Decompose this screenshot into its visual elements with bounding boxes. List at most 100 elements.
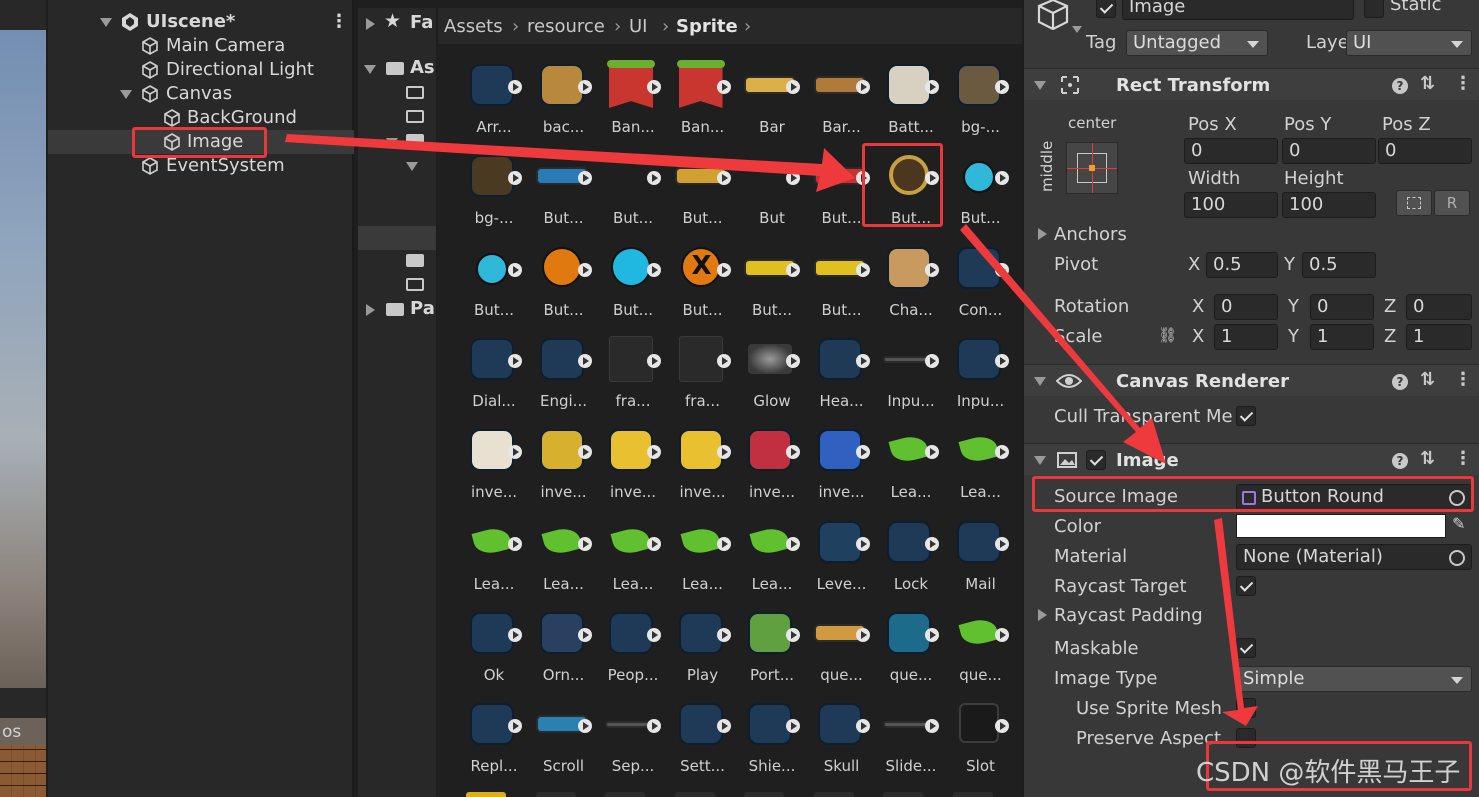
expand-sprite-icon[interactable]: [994, 171, 1009, 186]
expand-sprite-icon[interactable]: [577, 536, 592, 551]
raycast-target-checkbox[interactable]: [1236, 576, 1256, 596]
asset-item[interactable]: Skull: [808, 695, 876, 783]
asset-item[interactable]: Slide...: [877, 695, 945, 783]
scale-x-field[interactable]: 1: [1214, 324, 1278, 350]
tree-selected-row[interactable]: [358, 226, 436, 250]
asset-item[interactable]: inve...: [530, 421, 598, 509]
expand-triangle-icon[interactable]: [364, 65, 376, 74]
expand-sprite-icon[interactable]: [716, 536, 731, 551]
asset-item[interactable]: X But...: [669, 239, 737, 327]
expand-sprite-icon[interactable]: [925, 353, 939, 368]
expand-sprite-icon[interactable]: [786, 445, 800, 460]
asset-item[interactable]: inve...: [599, 421, 667, 509]
asset-item[interactable]: Slot: [947, 695, 1015, 783]
static-checkbox[interactable]: [1364, 0, 1384, 18]
asset-item[interactable]: Lea...: [599, 513, 667, 601]
asset-item[interactable]: But...: [808, 239, 876, 327]
asset-item[interactable]: fra...: [669, 330, 737, 418]
asset-item[interactable]: bg-...: [947, 56, 1015, 144]
asset-item[interactable]: But...: [808, 147, 876, 235]
asset-item[interactable]: Con...: [947, 239, 1015, 327]
constrain-proportions-icon[interactable]: ⛓: [1158, 326, 1177, 344]
asset-item[interactable]: Inpu...: [947, 330, 1015, 418]
asset-item[interactable]: fra...: [599, 330, 667, 418]
rot-x-field[interactable]: 0: [1214, 294, 1278, 320]
expand-sprite-icon[interactable]: [716, 719, 731, 734]
rect-transform-header[interactable]: Rect Transform ? ⇅ ⋮: [1024, 68, 1479, 100]
expand-sprite-icon[interactable]: [994, 262, 1009, 277]
scale-z-field[interactable]: 1: [1406, 324, 1472, 350]
pivot-x-field[interactable]: 0.5: [1206, 252, 1278, 278]
expand-sprite-icon[interactable]: [647, 719, 661, 734]
asset-item-partial[interactable]: [674, 792, 715, 797]
tree-favorites[interactable]: ★ Fa: [358, 10, 436, 34]
collapse-triangle-icon[interactable]: [1034, 377, 1046, 386]
asset-item[interactable]: But...: [738, 239, 806, 327]
asset-item[interactable]: But...: [530, 239, 598, 327]
rot-y-field[interactable]: 0: [1310, 294, 1374, 320]
folder-open-icon[interactable]: [406, 134, 424, 147]
hierarchy-item-directional-light[interactable]: Directional Light: [48, 58, 354, 82]
breadcrumb-assets[interactable]: Assets: [444, 16, 503, 37]
breadcrumb-ui[interactable]: UI: [629, 16, 647, 37]
expand-sprite-icon[interactable]: [716, 353, 731, 368]
component-menu-icon[interactable]: ⋮: [1454, 448, 1472, 469]
help-icon[interactable]: ?: [1392, 453, 1408, 469]
asset-item[interactable]: Port...: [738, 604, 806, 692]
expand-sprite-icon[interactable]: [786, 80, 800, 94]
object-picker-icon[interactable]: [1449, 490, 1465, 506]
expand-sprite-icon[interactable]: [925, 719, 939, 734]
asset-item[interactable]: Lea...: [738, 513, 806, 601]
cull-transparent-checkbox[interactable]: [1236, 406, 1256, 426]
component-menu-icon[interactable]: ⋮: [1454, 73, 1472, 94]
expand-sprite-icon[interactable]: [925, 171, 939, 186]
asset-item[interactable]: Repl...: [460, 695, 528, 783]
presets-icon[interactable]: ⇅: [1420, 448, 1435, 469]
expand-sprite-icon[interactable]: [508, 719, 522, 734]
folder-icon[interactable]: [406, 254, 424, 267]
hierarchy-menu-icon[interactable]: ⋮: [330, 11, 348, 32]
expand-sprite-icon[interactable]: [577, 353, 592, 368]
asset-item[interactable]: que...: [808, 604, 876, 692]
expand-triangle-icon[interactable]: [386, 138, 398, 147]
blueprint-mode-button[interactable]: [1396, 190, 1432, 216]
anchor-presets-button[interactable]: [1066, 142, 1118, 194]
presets-icon[interactable]: ⇅: [1420, 369, 1435, 390]
hierarchy-item-main-camera[interactable]: Main Camera: [48, 34, 354, 58]
expand-sprite-icon[interactable]: [925, 262, 939, 277]
expand-triangle-icon[interactable]: [406, 162, 418, 171]
expand-triangle-icon[interactable]: [100, 18, 112, 27]
asset-item[interactable]: inve...: [808, 421, 876, 509]
expand-sprite-icon[interactable]: [994, 353, 1009, 368]
gizmos-label[interactable]: os: [2, 722, 21, 742]
asset-item[interactable]: Engi...: [530, 330, 598, 418]
asset-item[interactable]: Bar: [738, 56, 806, 144]
pos-y-field[interactable]: 0: [1282, 138, 1376, 164]
expand-sprite-icon[interactable]: [716, 445, 731, 460]
expand-sprite-icon[interactable]: [994, 445, 1009, 460]
expand-sprite-icon[interactable]: [786, 262, 800, 277]
rot-z-field[interactable]: 0: [1406, 294, 1472, 320]
layer-dropdown[interactable]: UI: [1346, 30, 1472, 56]
presets-icon[interactable]: ⇅: [1420, 73, 1435, 94]
asset-item[interactable]: Mail: [947, 513, 1015, 601]
width-field[interactable]: 100: [1184, 192, 1278, 218]
expand-sprite-icon[interactable]: [716, 80, 731, 94]
tree-assets[interactable]: As: [358, 57, 436, 79]
expand-sprite-icon[interactable]: [855, 80, 870, 94]
asset-item[interactable]: But...: [599, 147, 667, 235]
asset-item[interactable]: Peop...: [599, 604, 667, 692]
asset-item[interactable]: Lock: [877, 513, 945, 601]
asset-item[interactable]: bg-...: [460, 147, 528, 235]
folder-icon[interactable]: [406, 278, 424, 291]
hierarchy-item-eventsystem[interactable]: EventSystem: [48, 154, 354, 178]
preserve-aspect-checkbox[interactable]: [1236, 728, 1256, 748]
expand-sprite-icon[interactable]: [855, 627, 870, 642]
maskable-checkbox[interactable]: [1236, 638, 1256, 658]
breadcrumb-resource[interactable]: resource: [527, 16, 605, 37]
folder-icon[interactable]: [406, 86, 424, 99]
expand-sprite-icon[interactable]: [994, 627, 1009, 642]
object-picker-icon[interactable]: [1449, 550, 1465, 566]
asset-item[interactable]: que...: [877, 604, 945, 692]
expand-sprite-icon[interactable]: [786, 627, 800, 642]
